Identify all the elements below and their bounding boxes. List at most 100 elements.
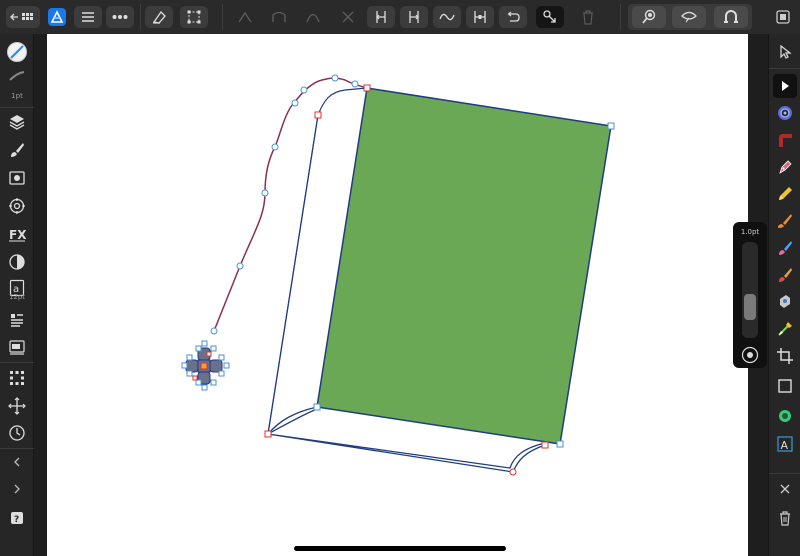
corner-tool-button[interactable] xyxy=(773,101,797,125)
gradient-studio-button[interactable] xyxy=(5,250,29,274)
smooth-curve-button[interactable] xyxy=(433,6,461,28)
layers-studio-button[interactable] xyxy=(5,110,29,134)
fill-tool-icon xyxy=(779,241,792,255)
history-studio-button[interactable] xyxy=(5,421,29,445)
rectangle-tool-button[interactable] xyxy=(773,317,797,341)
align-nodes-left-icon xyxy=(376,11,386,23)
panel-divider xyxy=(769,68,800,69)
move-tool-button[interactable] xyxy=(773,40,797,64)
stroke-width-slider-panel: 1.0pt xyxy=(733,222,767,368)
history-studio-icon xyxy=(9,425,25,441)
styles-studio-icon xyxy=(9,198,25,214)
snapping-icon xyxy=(724,10,738,23)
color-studio-button[interactable] xyxy=(5,40,29,64)
align-nodes-left-button[interactable] xyxy=(367,6,395,28)
affinity-logo-button[interactable] xyxy=(46,6,68,28)
shape-tool-button[interactable] xyxy=(773,344,797,368)
document-canvas[interactable] xyxy=(47,34,748,556)
node-tool-button[interactable] xyxy=(773,74,797,98)
node-tool-icon xyxy=(782,81,789,91)
transform-box-icon xyxy=(187,10,201,24)
view-hide-button[interactable] xyxy=(672,6,706,28)
stock-studio-button[interactable] xyxy=(5,308,29,332)
view-zoom-button[interactable] xyxy=(632,6,666,28)
help-button[interactable]: ? xyxy=(5,506,29,530)
pressure-toggle-button[interactable] xyxy=(739,344,761,366)
transform-studio-button[interactable] xyxy=(5,394,29,418)
distribute-nodes-button[interactable] xyxy=(466,6,494,28)
smooth-node-button[interactable] xyxy=(266,6,292,28)
fill-swatch-tool-button[interactable] xyxy=(773,404,797,428)
help-icon: ? xyxy=(11,512,23,525)
brushes-studio-button[interactable] xyxy=(5,138,29,162)
stroke-width-slider-track[interactable] xyxy=(742,242,758,338)
trash-icon xyxy=(780,511,790,526)
text-frame-tool-button[interactable]: A xyxy=(773,432,797,456)
affinity-logo-icon xyxy=(48,8,66,26)
reverse-curve-icon xyxy=(507,11,520,22)
more-options-icon xyxy=(112,15,128,19)
close-button[interactable] xyxy=(773,477,797,501)
stroke-width-slider-thumb[interactable] xyxy=(744,294,756,320)
book-spine-edge xyxy=(267,114,319,435)
align-nodes-center-icon xyxy=(409,11,419,23)
smart-node-icon xyxy=(306,13,320,23)
toolbar-divider xyxy=(620,4,621,30)
transform-box-button[interactable] xyxy=(180,6,208,28)
navigator-studio-button[interactable] xyxy=(5,336,29,360)
snapping-grid-button[interactable] xyxy=(5,366,29,390)
panel-divider xyxy=(0,107,34,108)
flower-pendant[interactable] xyxy=(181,340,230,391)
delete-node-button[interactable] xyxy=(576,6,600,28)
collapse-left-button[interactable] xyxy=(5,450,29,474)
appearance-studio-button[interactable] xyxy=(5,166,29,190)
reverse-curve-button[interactable] xyxy=(499,6,527,28)
vector-crop-tool-button[interactable] xyxy=(773,290,797,314)
more-options-button[interactable] xyxy=(106,6,134,28)
join-curves-icon xyxy=(543,10,556,23)
effects-studio-button[interactable]: FX xyxy=(5,222,29,246)
svg-text:FX: FX xyxy=(9,228,27,242)
view-zoom-icon xyxy=(642,9,656,24)
artistic-text-tool-button[interactable] xyxy=(773,374,797,398)
main-menu-icon xyxy=(82,12,94,22)
pen-tool-button[interactable] xyxy=(773,155,797,179)
collapse-left-icon xyxy=(14,457,20,467)
text-frame-tool-icon: A xyxy=(777,436,793,452)
distribute-nodes-icon xyxy=(474,11,486,23)
expand-right-button[interactable] xyxy=(5,477,29,501)
app-window: 1pt FX a 12pt ? A 1.0pt xyxy=(0,0,800,556)
smart-node-button[interactable] xyxy=(300,6,326,28)
transparency-tool-button[interactable] xyxy=(773,263,797,287)
trash-button[interactable] xyxy=(773,506,797,530)
toolbar-divider xyxy=(140,4,141,30)
move-tool-icon xyxy=(780,44,792,59)
snapping-button[interactable] xyxy=(714,6,748,28)
stroke-studio-button[interactable] xyxy=(5,68,29,84)
styles-studio-button[interactable] xyxy=(5,194,29,218)
pencil-tool-button[interactable] xyxy=(773,182,797,206)
join-curves-button[interactable] xyxy=(536,6,564,28)
sharp-node-button[interactable] xyxy=(232,6,258,28)
pen-tool-icon xyxy=(779,160,792,174)
export-icon xyxy=(776,10,790,24)
appearance-studio-icon xyxy=(9,171,25,185)
main-menu-button[interactable] xyxy=(74,6,102,28)
export-button[interactable] xyxy=(772,6,794,28)
stroke-studio-icon xyxy=(9,71,25,81)
svg-text:?: ? xyxy=(14,515,19,525)
canvas-artwork xyxy=(181,74,615,476)
studio-panel-left: 1pt FX a 12pt ? xyxy=(0,34,34,556)
align-nodes-center-button[interactable] xyxy=(400,6,428,28)
vector-brush-tool-button[interactable] xyxy=(773,209,797,233)
panel-divider xyxy=(769,473,800,474)
corner-tool-icon xyxy=(778,106,792,120)
erase-node-button[interactable] xyxy=(145,6,173,28)
panel-divider xyxy=(0,448,34,449)
gradient-studio-icon xyxy=(9,254,25,270)
point-transform-tool-button[interactable] xyxy=(773,128,797,152)
shape-tool-icon xyxy=(777,348,793,364)
back-to-documents-button[interactable] xyxy=(6,6,40,28)
fill-tool-button[interactable] xyxy=(773,236,797,260)
break-curve-button[interactable] xyxy=(335,6,361,28)
